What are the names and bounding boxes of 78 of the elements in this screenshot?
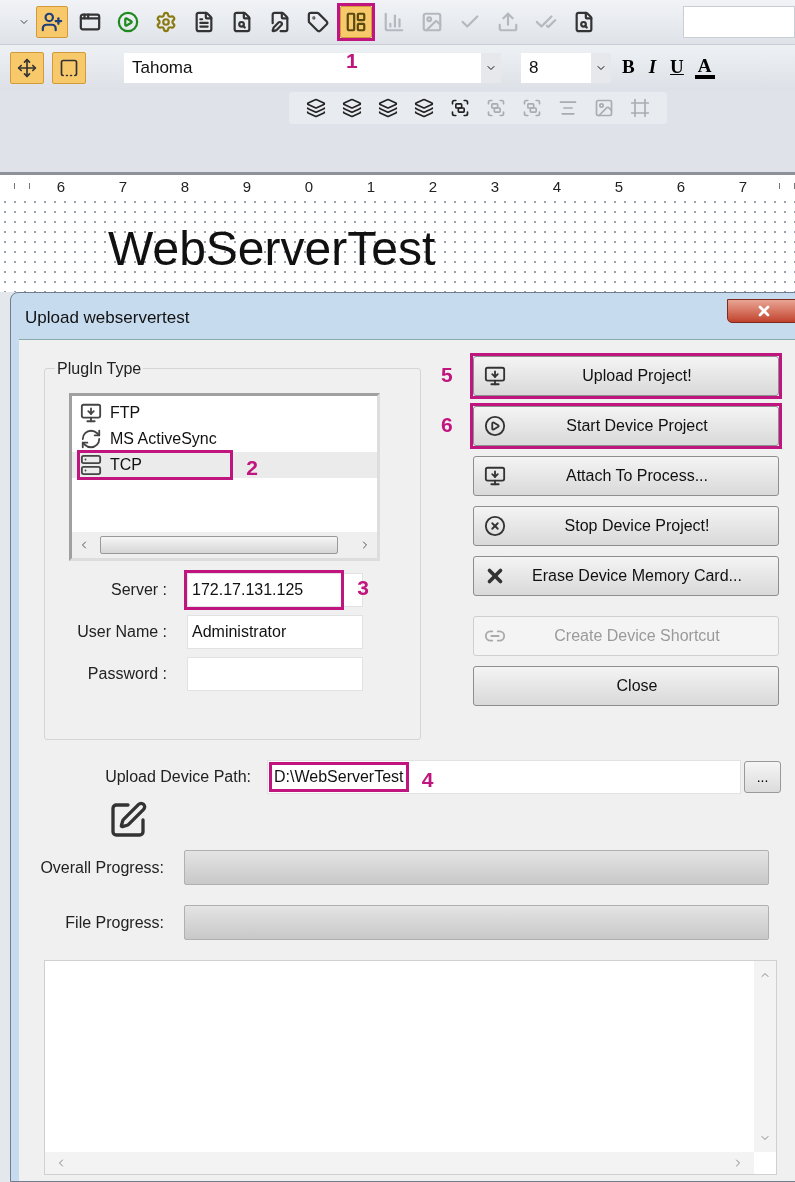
layers-icon [377,97,398,118]
dialog-button[interactable]: Erase Device Memory Card... [473,556,779,596]
monitor-download-icon [484,465,506,487]
window-icon [79,11,101,33]
dialog-button[interactable]: Close [473,666,779,706]
scrollbar-thumb[interactable] [100,536,338,554]
item-label: TCP [110,455,142,475]
gear-icon [155,11,177,33]
italic-button[interactable]: I [645,53,660,82]
input-field[interactable] [187,657,363,691]
callout-number: 2 [246,457,258,478]
horizontal-scrollbar[interactable] [72,532,377,558]
sync-icon [80,428,102,450]
dialog-title: Upload webservertest [25,307,190,329]
layers-icon [341,97,362,118]
callout-frame [337,3,375,41]
search-icon [231,11,253,33]
dialog-button[interactable]: Stop Device Project! [473,506,779,546]
corner-icon [59,57,79,78]
group-icon [485,97,506,118]
monitor-download-icon [484,365,506,387]
move-icon [17,57,37,78]
user-plus-button[interactable] [36,6,68,38]
callout-number: 6 [441,414,453,435]
document-icon [193,11,215,33]
corner-button[interactable] [52,51,86,84]
progress-label: File Progress: [64,912,165,933]
image-icon [593,97,614,118]
field-label: Upload Device Path: [104,767,252,787]
monitor-download-icon [80,402,102,424]
size-combo[interactable]: 8 [521,52,611,83]
panel-icon [345,11,367,33]
list-item[interactable]: TCP 2 [72,452,377,478]
vertical-scrollbar[interactable] [754,961,776,1152]
group-icon [521,97,542,118]
play-icon [117,11,139,33]
list-item[interactable]: MS ActiveSync [72,426,377,452]
upload-icon [497,11,519,33]
item-label: MS ActiveSync [110,429,217,449]
progress-label: Overall Progress: [39,857,165,878]
horizontal-scrollbar[interactable] [45,1152,754,1174]
canvas-title: WebServerTest [108,222,436,275]
callout-number: 1 [346,50,358,71]
tag-icon [307,11,329,33]
dialog-button[interactable]: Start Device Project [473,406,779,446]
dialog-button[interactable]: Upload Project! [473,356,779,396]
list-item[interactable]: FTP [72,400,377,426]
layers-icon [413,97,434,118]
chart-icon [383,11,405,33]
dialog-button[interactable]: Attach To Process... [473,456,779,496]
item-label: FTP [110,403,141,423]
field-label: User Name : [76,622,168,642]
stop-icon [484,515,506,537]
bold-button[interactable]: B [619,53,638,82]
path-field[interactable]: D:\WebServerTest 4 [267,760,741,794]
frame-icon [629,97,650,118]
search-field[interactable] [683,6,795,38]
play-icon [484,415,506,437]
color-button[interactable]: A [694,56,715,79]
move-button[interactable] [10,51,44,84]
image-icon [421,11,443,33]
field-label: Password : [86,664,168,684]
underline-button[interactable]: U [667,53,687,82]
search-icon [573,11,595,33]
browse-button[interactable]: ... [744,761,781,793]
user-plus-icon [41,11,63,33]
callout-number: 5 [441,364,453,385]
input-field[interactable]: Administrator [187,615,363,649]
field-label: Server : [110,580,168,600]
document-pen-icon [269,11,291,33]
plugin-list[interactable]: FTP MS ActiveSync TCP 2 [69,393,380,561]
layers-icon [305,97,326,118]
server-icon [80,454,102,476]
callout-number: 4 [421,769,434,790]
close-icon [756,303,772,319]
panel-button[interactable] [340,6,372,38]
group-icon [449,97,470,118]
close-button[interactable] [727,299,795,323]
